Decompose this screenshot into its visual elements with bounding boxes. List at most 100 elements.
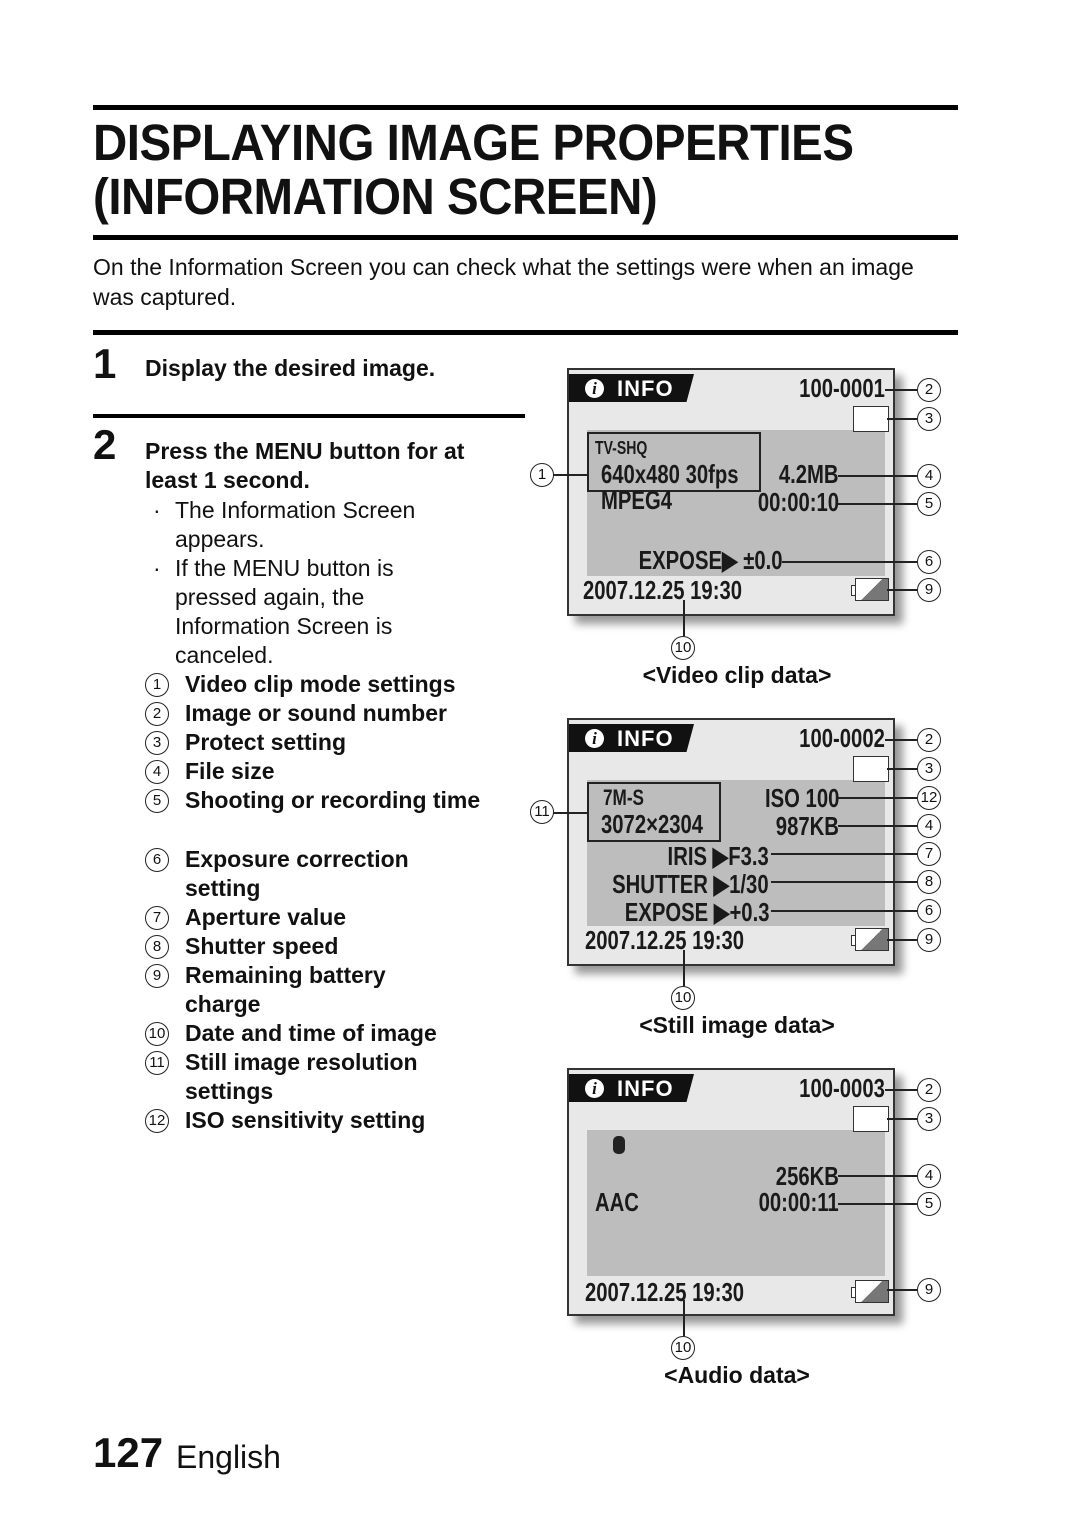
leader-line	[885, 389, 917, 391]
leader-line	[838, 1203, 917, 1205]
callout-10: 10	[671, 636, 695, 660]
iris-value: IRIS ▶F3.3	[667, 841, 769, 871]
video-mode: TV-SHQ	[595, 438, 648, 458]
step-2-bullet-1: · The Information Screen appears.	[153, 497, 416, 552]
callout-12: 12	[917, 786, 941, 810]
recording-time: 00:00:11	[758, 1187, 839, 1217]
info-icon: i	[585, 379, 604, 398]
leader-line	[683, 950, 685, 986]
step-2-number: 2	[93, 421, 117, 468]
callout-4: 4	[917, 814, 941, 838]
still-mode: 7M-S	[603, 785, 644, 810]
page-title: DISPLAYING IMAGE PROPERTIES (INFORMATION…	[93, 116, 854, 224]
leader-line	[887, 418, 917, 420]
exposure-value: EXPOSE▶ ±0.0	[639, 545, 783, 575]
recording-time: 00:00:10	[757, 487, 839, 517]
callout-11: 11	[530, 800, 554, 824]
leader-line	[838, 1175, 917, 1177]
callout-9: 9	[917, 928, 941, 952]
intro-text: On the Information Screen you can check …	[93, 254, 914, 310]
callout-4: 4	[917, 1164, 941, 1188]
callout-3: 3	[917, 757, 941, 781]
protect-key-icon	[853, 756, 889, 782]
leader-line	[887, 939, 917, 941]
audio-caption: <Audio data>	[664, 1362, 810, 1388]
protect-key-icon	[853, 1106, 889, 1132]
leader-line	[885, 739, 917, 741]
still-resolution: 3072×2304	[601, 809, 704, 839]
microphone-icon	[613, 1136, 625, 1154]
info-icon: i	[585, 729, 604, 748]
date-time: 2007.12.25 19:30	[585, 925, 745, 955]
battery-icon	[851, 928, 889, 951]
shutter-value: SHUTTER ▶1/30	[612, 869, 769, 899]
callout-5: 5	[917, 1192, 941, 1216]
info-tab: i INFO	[569, 1074, 694, 1102]
video-info-screen: i INFO 100-0001 TV-SHQ 640x480 30fps MPEG…	[567, 368, 895, 616]
leader-line	[782, 561, 917, 563]
leader-line	[838, 503, 917, 505]
file-size: 4.2MB	[779, 459, 839, 489]
title-line-2: (INFORMATION SCREEN)	[93, 168, 658, 225]
page-language: English	[176, 1439, 281, 1475]
callout-6: 6	[917, 550, 941, 574]
leader-line	[771, 910, 917, 912]
file-size: 987KB	[775, 811, 839, 841]
protect-key-icon	[853, 406, 889, 432]
callout-10: 10	[671, 1336, 695, 1360]
audio-codec: AAC	[595, 1187, 639, 1217]
file-number: 100-0002	[799, 723, 885, 753]
callout-1: 1	[530, 463, 554, 487]
leader-line	[683, 600, 685, 636]
leader-line	[683, 1300, 685, 1336]
leader-line	[838, 797, 917, 799]
step-1-text: Display the desired image.	[145, 355, 436, 381]
video-codec: MPEG4	[601, 485, 673, 515]
exposure-value: EXPOSE ▶+0.3	[624, 897, 769, 927]
step-2-text: Press the MENU button for at least 1 sec…	[145, 438, 465, 493]
leader-line	[887, 589, 917, 591]
callout-8: 8	[917, 870, 941, 894]
info-tab: i INFO	[569, 374, 694, 402]
still-info-screen: i INFO 100-0002 7M-S 3072×2304 ISO 100 98…	[567, 718, 895, 966]
callout-3: 3	[917, 407, 941, 431]
leader-line	[553, 812, 587, 814]
file-number: 100-0001	[799, 373, 885, 403]
callout-2: 2	[917, 728, 941, 752]
iso-value: ISO 100	[764, 783, 839, 813]
still-caption: <Still image data>	[639, 1012, 835, 1038]
battery-icon	[851, 578, 889, 601]
info-tab: i INFO	[569, 724, 694, 752]
video-resolution: 640x480 30fps	[601, 459, 739, 489]
callout-9: 9	[917, 1278, 941, 1302]
step-1-number: 1	[93, 340, 117, 387]
leader-line	[887, 1118, 917, 1120]
callout-6: 6	[917, 899, 941, 923]
callout-3: 3	[917, 1107, 941, 1131]
leader-line	[838, 825, 917, 827]
file-number: 100-0003	[799, 1073, 885, 1103]
leader-line	[887, 768, 917, 770]
callout-9: 9	[917, 578, 941, 602]
leader-line	[838, 475, 917, 477]
info-icon: i	[585, 1079, 604, 1098]
leader-line	[885, 1089, 917, 1091]
step-divider	[93, 414, 525, 418]
date-time: 2007.12.25 19:30	[583, 575, 743, 605]
step-2-bullet-2: · If the MENU button is pressed again, th…	[153, 555, 394, 668]
callout-2: 2	[917, 378, 941, 402]
page-number: 127	[93, 1429, 164, 1476]
callout-10: 10	[671, 986, 695, 1010]
callout-5: 5	[917, 492, 941, 516]
audio-info-screen: i INFO 100-0003 256KB AAC 00:00:11 2007.1…	[567, 1068, 895, 1316]
steps-rule	[93, 330, 958, 335]
title-top-rule	[93, 105, 958, 110]
leader-line	[771, 881, 917, 883]
title-bottom-rule	[93, 235, 958, 240]
callout-4: 4	[917, 464, 941, 488]
callout-7: 7	[917, 842, 941, 866]
leader-line	[771, 853, 917, 855]
file-size: 256KB	[775, 1161, 839, 1191]
leader-line	[887, 1289, 917, 1291]
leader-line	[553, 474, 587, 476]
